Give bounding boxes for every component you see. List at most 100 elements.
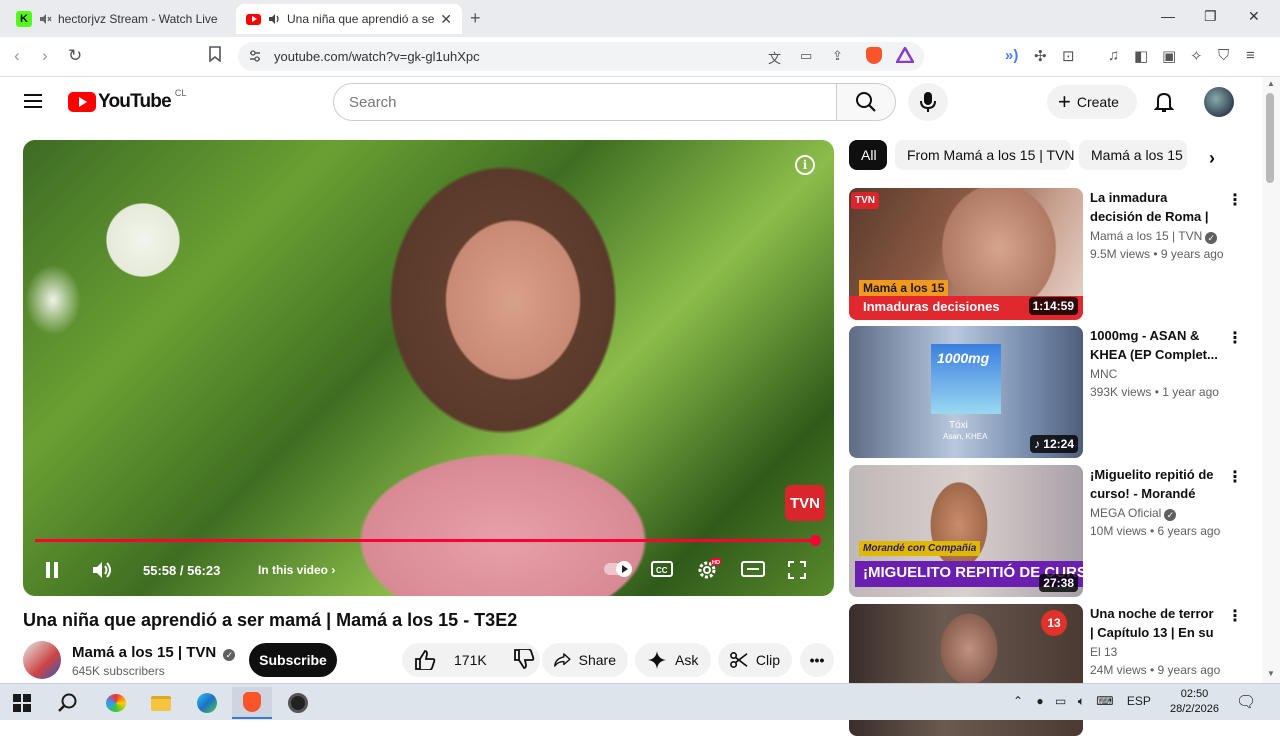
page-scrollbar[interactable]: ▲ ▼ (1262, 77, 1280, 683)
recommendation-item[interactable]: TVN Mamá a los 15 Inmaduras decisiones 1… (849, 188, 1244, 320)
channel-name[interactable]: MNC (1090, 367, 1117, 381)
microphone-icon (920, 92, 936, 112)
taskbar-app-brave[interactable] (232, 687, 272, 719)
channel-name[interactable]: MEGA Oficial ✓ (1090, 506, 1177, 521)
more-actions-button[interactable]: ••• (800, 643, 834, 677)
vpn-icon[interactable]: ⛉ (1218, 47, 1229, 64)
like-button[interactable]: 171K (414, 650, 487, 670)
leo-ai-icon[interactable]: ✧ (1190, 47, 1203, 65)
share-button[interactable]: Share (542, 643, 628, 677)
video-title[interactable]: 1000mg - ASAN & KHEA (EP Complet... (1090, 326, 1220, 364)
keyboard-icon[interactable]: ⌨ (1096, 694, 1113, 708)
miniplayer-button[interactable] (741, 560, 765, 583)
autoplay-toggle[interactable] (603, 560, 633, 583)
notifications-button[interactable] (1153, 90, 1175, 119)
guide-menu-icon[interactable] (24, 94, 42, 108)
settings-button[interactable]: HD (697, 558, 721, 585)
media-icon[interactable]: ♫ (1108, 47, 1119, 64)
more-vert-icon[interactable]: ⋮ (1227, 606, 1243, 626)
search-icon (58, 693, 77, 712)
clip-button[interactable]: Clip (718, 643, 792, 677)
channel-name[interactable]: El 13 (1090, 645, 1117, 659)
subscribe-button[interactable]: Subscribe (249, 643, 337, 677)
svg-text:CC: CC (656, 566, 668, 575)
scroll-up-arrow[interactable]: ▲ (1267, 79, 1275, 88)
wallet-icon[interactable]: ▣ (1162, 47, 1176, 65)
close-window-button[interactable]: ✕ (1248, 8, 1260, 25)
more-vert-icon[interactable]: ⋮ (1227, 190, 1243, 210)
taskbar-app-explorer[interactable] (141, 687, 181, 719)
reader-mode-icon[interactable]: ⊡ (1062, 47, 1075, 65)
extensions-icon[interactable]: ✣ (1034, 47, 1047, 65)
brave-shields-icon[interactable] (866, 47, 882, 64)
chip-mama-a-los-15[interactable]: Mamá a los 15 (1079, 140, 1187, 170)
cast-icon[interactable]: ▭ (800, 48, 812, 64)
sidebar-icon[interactable]: ◧ (1134, 47, 1148, 65)
brave-rewards-icon[interactable] (894, 45, 916, 68)
network-icon[interactable]: ▭ (1055, 694, 1066, 708)
browser-tab-kick[interactable]: K hectorjvz Stream - Watch Live on (6, 4, 230, 34)
more-vert-icon[interactable]: ⋮ (1227, 467, 1243, 487)
youtube-logo[interactable]: YouTube CL (68, 88, 186, 113)
notification-center-icon[interactable]: 🗨︎ (1236, 692, 1256, 712)
clock[interactable]: 02:50 28/2/2026 (1170, 687, 1219, 717)
back-button[interactable]: ‹ (14, 46, 20, 66)
taskbar-app-obs[interactable] (278, 687, 318, 719)
chip-from-channel[interactable]: From Mamá a los 15 | TVN (895, 140, 1075, 170)
search-button[interactable] (836, 83, 896, 121)
browser-tab-youtube[interactable]: Una niña que aprendió a ser mamá ✕ (236, 4, 462, 34)
close-tab-icon[interactable]: ✕ (440, 11, 452, 28)
channel-name[interactable]: Mamá a los 15 | TVN ✓ (1090, 229, 1218, 244)
thumbnail[interactable]: 1000mg Tóxi Asan, KHEA ♪ 12:24 (849, 326, 1083, 458)
language-indicator[interactable]: ESP (1127, 694, 1151, 708)
new-tab-button[interactable]: + (470, 8, 481, 29)
voice-search-button[interactable] (908, 83, 948, 121)
video-title[interactable]: La inmadura decisión de Roma | Mamá a ..… (1090, 188, 1220, 226)
video-title[interactable]: ¡Miguelito repitió de curso! - Morandé c… (1090, 465, 1220, 503)
volume-icon[interactable]: 🔈︎ (1078, 694, 1085, 708)
forward-button[interactable]: › (42, 46, 48, 66)
url-field[interactable]: youtube.com/watch?v=gk-gl1uhXpc 文 ▭ ⇪ (238, 42, 924, 71)
channel-name[interactable]: Mamá a los 15 | TVN ✓ (72, 644, 236, 661)
subtitles-button[interactable]: CC (651, 560, 673, 583)
progress-bar[interactable] (35, 535, 822, 546)
fullscreen-button[interactable] (787, 560, 807, 585)
reload-button[interactable]: ↻ (68, 46, 82, 66)
wallet-audio-icon[interactable]: ») (1005, 47, 1018, 64)
taskbar-app-edge[interactable] (187, 687, 227, 719)
share-page-icon[interactable]: ⇪ (832, 48, 843, 64)
account-avatar[interactable] (1204, 87, 1234, 117)
scroll-down-arrow[interactable]: ▼ (1267, 669, 1275, 678)
scrollbar-thumb[interactable] (1266, 93, 1274, 183)
channel-avatar[interactable] (23, 641, 61, 679)
dislike-button[interactable] (513, 647, 543, 672)
scrubber-handle[interactable] (810, 535, 822, 546)
search-input[interactable]: Search (333, 83, 837, 121)
volume-button[interactable] (91, 560, 113, 585)
in-this-video-button[interactable]: In this video › (258, 563, 335, 577)
chevron-right-icon[interactable]: › (1209, 148, 1215, 169)
start-button[interactable] (2, 687, 42, 719)
site-settings-icon[interactable] (248, 49, 262, 68)
video-player[interactable]: i TVN 55:58 / 56:23 In this video › CC H… (23, 140, 834, 596)
chip-all[interactable]: All (849, 140, 887, 170)
taskbar-app-paint[interactable] (96, 687, 136, 719)
thumbnail[interactable]: Morandé con Compañía ¡MIGUELITO REPITIÓ … (849, 465, 1083, 597)
menu-icon[interactable]: ≡ (1246, 47, 1255, 64)
taskbar-search-button[interactable] (48, 687, 88, 719)
ask-button[interactable]: Ask (635, 643, 711, 677)
show-hidden-icons[interactable]: ⌃ (1013, 694, 1023, 708)
more-vert-icon[interactable]: ⋮ (1227, 328, 1243, 348)
video-title[interactable]: Una noche de terror | Capítulo 13 | En s… (1090, 604, 1220, 642)
info-icon[interactable]: i (795, 155, 815, 175)
recommendation-item[interactable]: Morandé con Compañía ¡MIGUELITO REPITIÓ … (849, 465, 1244, 597)
restore-button[interactable]: ❐ (1204, 8, 1217, 25)
recommendation-item[interactable]: 1000mg Tóxi Asan, KHEA ♪ 12:24 1000mg - … (849, 326, 1244, 458)
microphone-icon[interactable]: ● (1036, 694, 1043, 708)
pause-button[interactable] (44, 561, 60, 584)
translate-icon[interactable]: 文 (768, 48, 781, 67)
bookmark-icon[interactable] (208, 46, 222, 67)
create-button[interactable]: + Create (1047, 85, 1137, 119)
thumbnail[interactable]: TVN Mamá a los 15 Inmaduras decisiones 1… (849, 188, 1083, 320)
minimize-button[interactable]: — (1161, 8, 1175, 24)
